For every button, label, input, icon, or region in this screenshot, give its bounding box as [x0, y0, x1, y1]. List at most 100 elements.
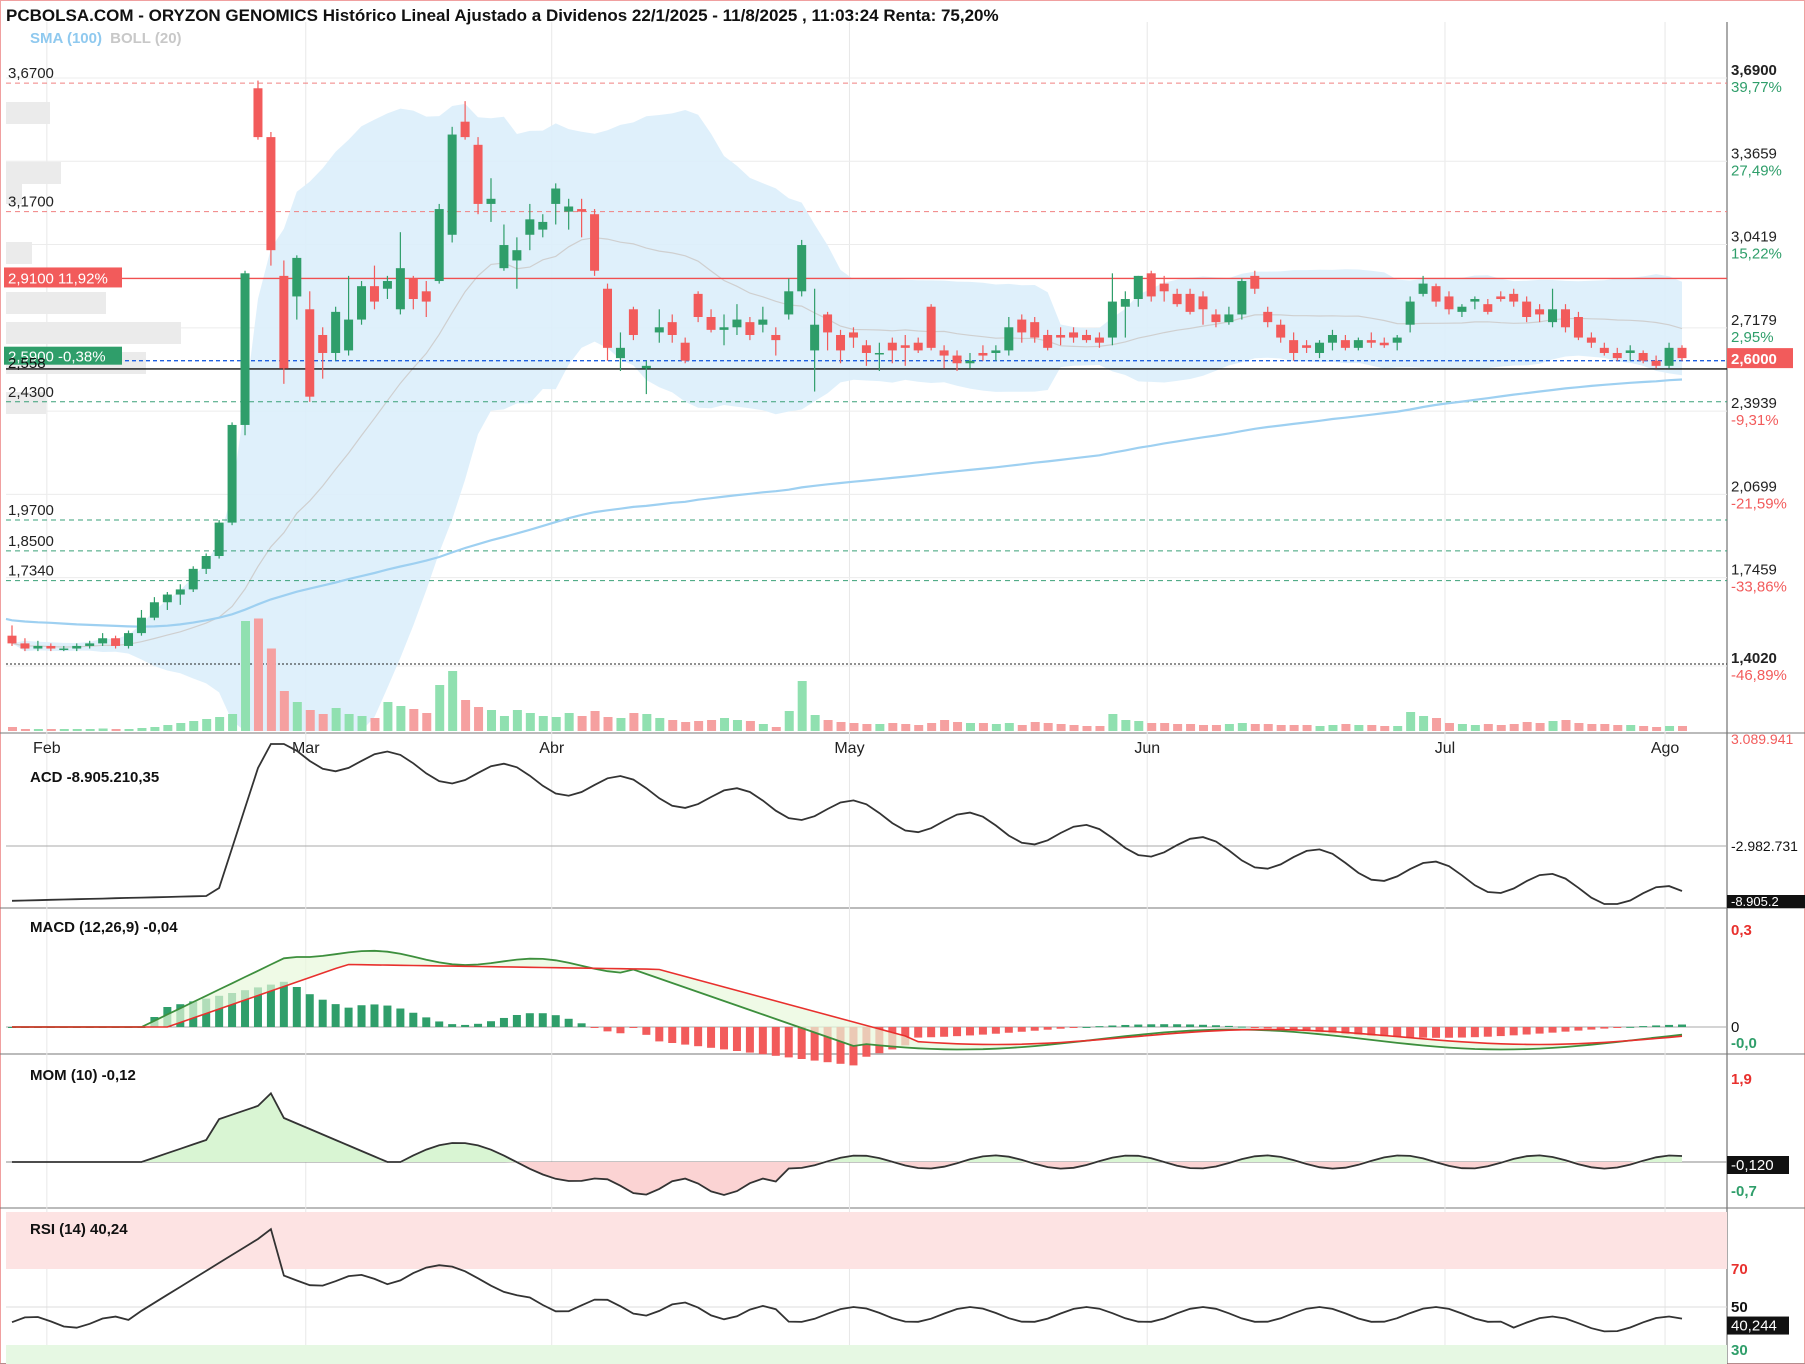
- candle-body: [732, 319, 742, 328]
- macd-histogram-bar: [486, 1021, 495, 1027]
- volume-bar: [1095, 726, 1105, 731]
- candle-body: [1470, 299, 1480, 302]
- macd-histogram-bar: [1406, 1027, 1415, 1038]
- macd-histogram-bar: [745, 1027, 754, 1053]
- candle-body: [85, 643, 95, 646]
- volume-bar: [486, 710, 496, 731]
- candle-body: [797, 245, 807, 292]
- candle-body: [1159, 283, 1169, 292]
- volume-bar: [331, 708, 341, 731]
- right-axis-percent: -9,31%: [1731, 412, 1779, 429]
- volume-bar: [150, 727, 160, 731]
- volume-bar: [771, 727, 781, 731]
- candle-body: [59, 648, 69, 651]
- macd-histogram-bar: [564, 1018, 573, 1027]
- rsi-tick-70: 70: [1731, 1261, 1748, 1278]
- macd-histogram-bar: [1444, 1027, 1453, 1038]
- volume-bar: [111, 729, 121, 731]
- candle-body: [266, 137, 276, 251]
- volume-bar: [991, 724, 1001, 731]
- macd-histogram-bar: [1224, 1025, 1233, 1027]
- macd-histogram-bar: [1419, 1027, 1428, 1038]
- volume-bar: [965, 723, 975, 731]
- candle-body: [939, 350, 949, 356]
- candle-body: [124, 633, 134, 646]
- macd-histogram-bar: [1147, 1024, 1156, 1027]
- volume-bar: [396, 706, 406, 731]
- candle-body: [577, 209, 587, 212]
- volume-bar: [797, 681, 807, 731]
- candle-body: [1224, 314, 1234, 323]
- candle-body: [473, 144, 483, 204]
- candle-body: [1664, 347, 1674, 366]
- candle-body: [1457, 306, 1467, 312]
- candle-body: [991, 350, 1001, 353]
- macd-histogram-bar: [1626, 1026, 1635, 1028]
- candle-body: [33, 645, 43, 649]
- volume-bar: [758, 724, 768, 731]
- candle-body: [188, 568, 198, 590]
- volume-bar: [668, 720, 678, 731]
- acd-title: ACD -8.905.210,35: [30, 769, 159, 786]
- volume-bar: [745, 721, 755, 731]
- candle-body: [1483, 304, 1493, 312]
- volume-bar: [1457, 724, 1467, 731]
- month-label: Ago: [1651, 740, 1680, 757]
- candle-body: [72, 645, 82, 649]
- candle-body: [136, 617, 146, 634]
- volume-bar: [318, 714, 328, 731]
- candle-body: [1586, 337, 1596, 343]
- volume-bar: [1367, 725, 1377, 731]
- volume-bar: [1017, 725, 1027, 731]
- macd-histogram-bar: [629, 1027, 638, 1028]
- volume-bar: [655, 718, 665, 731]
- right-axis-value: 1,4020: [1731, 650, 1777, 667]
- macd-histogram-bar: [370, 1004, 379, 1027]
- volume-bar: [20, 729, 30, 731]
- macd-histogram-bar: [694, 1027, 703, 1047]
- candle-body: [1677, 347, 1687, 359]
- macd-histogram-bar: [1522, 1027, 1531, 1035]
- volume-bar: [1302, 725, 1312, 731]
- volume-bar: [383, 702, 393, 731]
- volume-bar: [1250, 724, 1260, 731]
- volume-bar: [1444, 723, 1454, 731]
- candle-body: [952, 355, 962, 364]
- candle-body: [240, 273, 250, 425]
- candle-body: [965, 360, 975, 364]
- macd-histogram-bar: [1160, 1024, 1169, 1027]
- candle-body: [1056, 334, 1066, 338]
- volume-bar: [59, 729, 69, 731]
- macd-histogram-bar: [953, 1027, 962, 1037]
- candle-body: [836, 334, 846, 351]
- volume-profile-bar: [6, 162, 61, 184]
- candle-body: [1081, 334, 1091, 341]
- volume-bar: [1522, 722, 1532, 731]
- candle-body: [1094, 337, 1104, 343]
- volume-bar: [1509, 724, 1519, 731]
- candle-body: [1120, 299, 1130, 307]
- macd-histogram-bar: [978, 1027, 987, 1035]
- volume-bar: [603, 717, 613, 731]
- volume-bar: [409, 709, 419, 731]
- volume-bar: [577, 716, 587, 731]
- macd-histogram-bar: [1108, 1025, 1117, 1027]
- candle-body: [279, 275, 289, 369]
- macd-histogram-bar: [448, 1024, 457, 1027]
- right-axis-percent: -21,59%: [1731, 495, 1787, 512]
- candle-body: [98, 638, 108, 644]
- macd-histogram-bar: [357, 1005, 366, 1027]
- candle-body: [1198, 296, 1208, 310]
- volume-bar: [590, 711, 600, 731]
- volume-bar: [215, 717, 225, 731]
- volume-bar: [1470, 725, 1480, 731]
- volume-bar: [1147, 723, 1157, 731]
- candle-body: [1548, 309, 1558, 323]
- macd-histogram-bar: [292, 986, 301, 1027]
- volume-bar: [124, 729, 134, 731]
- volume-bar: [1587, 724, 1597, 731]
- last-price-label: 2,6000: [1731, 351, 1777, 368]
- candle-body: [1638, 352, 1648, 361]
- candle-body: [823, 314, 833, 333]
- volume-bar: [292, 702, 302, 731]
